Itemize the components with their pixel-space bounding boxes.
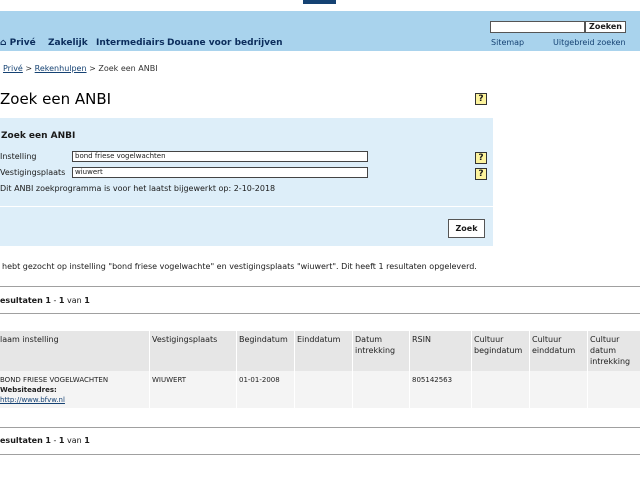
vestigingsplaats-input[interactable]: wiuwert xyxy=(72,167,368,178)
nav-prive[interactable]: ⌂ Privé xyxy=(0,38,36,48)
count-from: 1 xyxy=(45,436,51,445)
count-total: 1 xyxy=(84,296,90,305)
instelling-label: Instelling xyxy=(0,152,37,161)
col-einddatum[interactable]: Einddatum xyxy=(297,334,351,345)
vestigingsplaats-label: Vestigingsplaats xyxy=(0,168,66,177)
instelling-input[interactable]: bond friese vogelwachten xyxy=(72,151,368,162)
column-divider xyxy=(409,331,410,408)
home-icon: ⌂ xyxy=(0,38,7,48)
column-divider xyxy=(236,331,237,408)
col-datum-intrekking[interactable]: Datum intrekking xyxy=(355,334,399,356)
column-divider xyxy=(294,331,295,408)
sitemap-link[interactable]: Sitemap xyxy=(491,38,524,47)
search-input[interactable] xyxy=(490,21,585,33)
count-dash: - xyxy=(53,296,57,305)
breadcrumb: Privé > Rekenhulpen > Zoek een ANBI xyxy=(3,64,158,73)
divider xyxy=(0,313,640,314)
count-of: van xyxy=(67,436,82,445)
cell-naam: BOND FRIESE VOGELWACHTEN xyxy=(0,376,109,384)
breadcrumb-rekenhulpen[interactable]: Rekenhulpen xyxy=(35,64,87,73)
count-from: 1 xyxy=(45,296,51,305)
col-cultuur-datum-intrekking[interactable]: Cultuur datum intrekking xyxy=(590,334,638,367)
nav-zakelijk[interactable]: Zakelijk xyxy=(48,38,88,48)
column-divider xyxy=(149,331,150,408)
results-summary: hebt gezocht op instelling "bond friese … xyxy=(2,262,477,271)
search-button[interactable]: Zoeken xyxy=(585,21,626,33)
col-cultuur-begindatum[interactable]: Cultuur begindatum xyxy=(474,334,526,356)
zoek-button[interactable]: Zoek xyxy=(448,219,485,238)
vestigingsplaats-help-icon[interactable]: ? xyxy=(475,168,487,180)
column-divider xyxy=(352,331,353,408)
divider xyxy=(0,286,640,287)
instelling-help-icon[interactable]: ? xyxy=(475,152,487,164)
advanced-search-link[interactable]: Uitgebreid zoeken xyxy=(553,38,626,47)
cell-vestigingsplaats: WIUWERT xyxy=(152,376,187,384)
breadcrumb-current: Zoek een ANBI xyxy=(98,64,158,73)
form-heading: Zoek een ANBI xyxy=(1,131,76,141)
results-count-bottom: esultaten 1 - 1 van 1 xyxy=(0,436,90,445)
website-label: Websiteadres: xyxy=(0,386,57,394)
nav-intermediairs[interactable]: Intermediairs xyxy=(96,38,165,48)
website-link[interactable]: http://www.bfvw.nl xyxy=(0,396,65,404)
nav-prive-label: Privé xyxy=(9,38,36,48)
breadcrumb-separator: > xyxy=(25,64,33,73)
col-rsin[interactable]: RSIN xyxy=(412,334,466,345)
count-to: 1 xyxy=(58,296,65,305)
column-divider xyxy=(529,331,530,408)
results-count: esultaten 1 - 1 van 1 xyxy=(0,296,90,305)
col-begindatum[interactable]: Begindatum xyxy=(239,334,293,345)
count-of: van xyxy=(67,296,82,305)
search-form-actions xyxy=(0,207,493,246)
col-naam-instelling[interactable]: laam instelling xyxy=(0,334,145,345)
count-prefix: esultaten xyxy=(0,436,43,445)
nav-douane[interactable]: Douane voor bedrijven xyxy=(167,38,283,48)
column-divider xyxy=(471,331,472,408)
col-vestigingsplaats[interactable]: Vestigingsplaats xyxy=(152,334,234,345)
count-to: 1 xyxy=(58,436,65,445)
breadcrumb-prive[interactable]: Privé xyxy=(3,64,23,73)
breadcrumb-separator: > xyxy=(89,64,96,73)
cell-rsin: 805142563 xyxy=(412,376,453,384)
divider xyxy=(0,454,640,455)
page-title: Zoek een ANBI xyxy=(0,90,112,108)
divider xyxy=(0,427,640,428)
col-cultuur-einddatum[interactable]: Cultuur einddatum xyxy=(532,334,584,356)
update-note: Dit ANBI zoekprogramma is voor het laats… xyxy=(0,184,276,193)
cell-begindatum: 01-01-2008 xyxy=(239,376,280,384)
help-icon[interactable]: ? xyxy=(475,93,487,105)
logo xyxy=(303,0,336,4)
count-dash: - xyxy=(53,436,57,445)
column-divider xyxy=(587,331,588,408)
count-total: 1 xyxy=(84,436,90,445)
count-prefix: esultaten xyxy=(0,296,43,305)
